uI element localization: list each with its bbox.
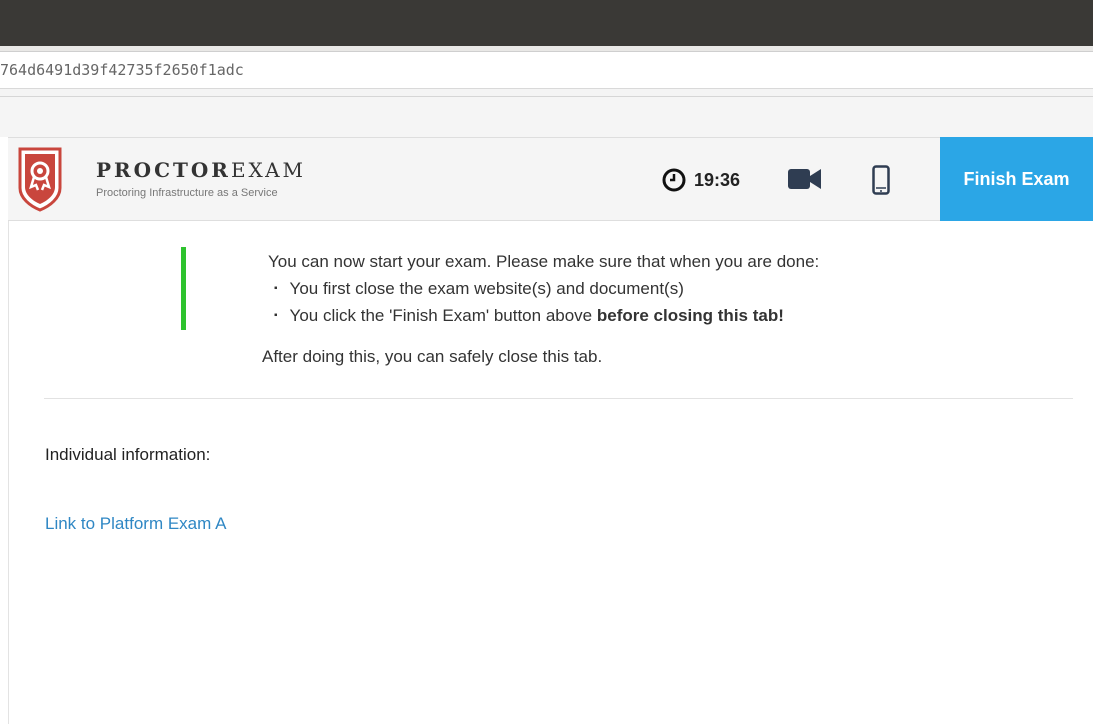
instruction-item: You first close the exam website(s) and …	[274, 279, 784, 306]
status-indicator-bar	[181, 247, 186, 330]
browser-title-bar	[0, 0, 1093, 46]
shield-logo-icon	[18, 147, 62, 212]
instructions-after: After doing this, you can safely close t…	[262, 347, 603, 366]
exam-header: PROCTOREXAM Proctoring Infrastructure as…	[8, 137, 1093, 221]
instructions-intro: You can now start your exam. Please make…	[268, 252, 820, 271]
mobile-phone-icon	[872, 165, 890, 195]
clock-icon	[662, 168, 686, 192]
exam-timer: 19:36	[662, 167, 740, 193]
address-bar[interactable]: 764d6491d39f42735f2650f1adc	[0, 52, 1093, 89]
address-bar-separator	[0, 89, 1093, 97]
brand-name: PROCTOREXAM	[96, 158, 306, 182]
platform-exam-link[interactable]: Link to Platform Exam A	[45, 514, 226, 534]
individual-info-heading: Individual information:	[45, 445, 211, 464]
instruction-item: You click the 'Finish Exam' button above…	[274, 306, 784, 333]
finish-exam-button[interactable]: Finish Exam	[940, 137, 1093, 221]
brand-tagline: Proctoring Infrastructure as a Service	[96, 187, 278, 199]
instructions-list: You first close the exam website(s) and …	[274, 279, 784, 333]
page-top-gap	[0, 97, 1093, 137]
section-divider	[44, 398, 1073, 399]
left-border	[8, 220, 9, 724]
video-camera-icon	[788, 169, 821, 189]
timer-value: 19:36	[694, 169, 741, 190]
